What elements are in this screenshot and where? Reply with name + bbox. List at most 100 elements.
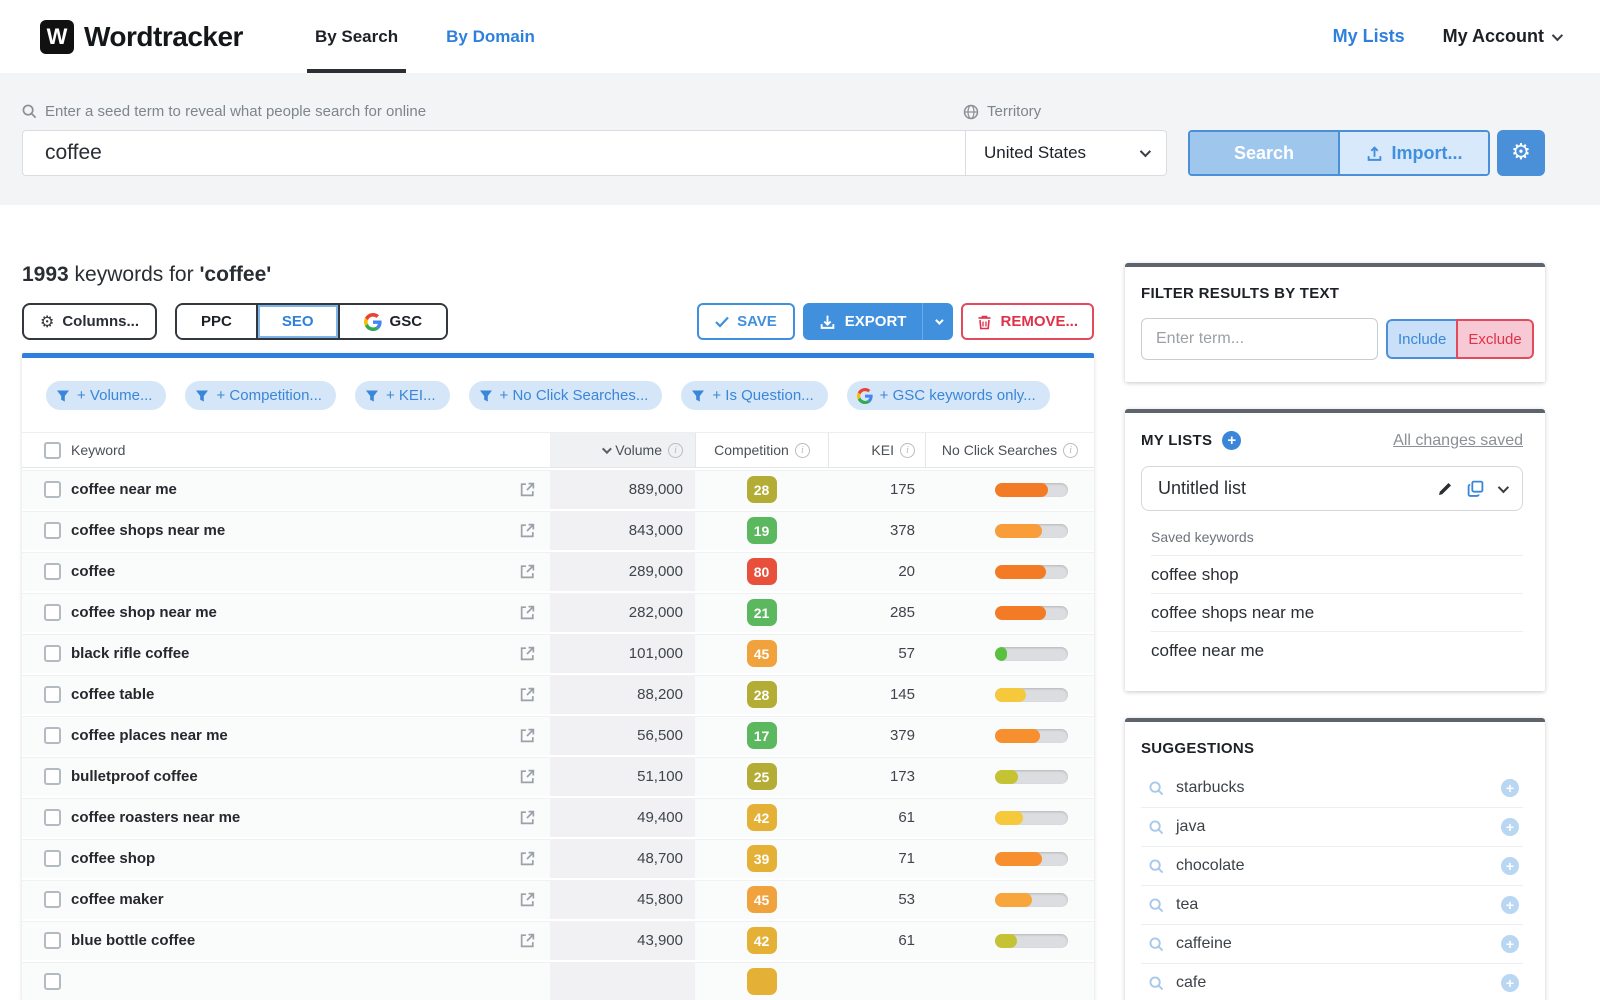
keyword-text[interactable]: coffee places near me — [71, 727, 228, 744]
settings-button[interactable]: ⚙ — [1497, 130, 1545, 176]
current-list-box[interactable]: Untitled list — [1141, 466, 1523, 511]
info-icon[interactable]: i — [900, 442, 915, 458]
row-checkbox[interactable] — [44, 686, 61, 703]
keyword-text[interactable]: black rifle coffee — [71, 645, 189, 662]
external-link-icon[interactable] — [519, 645, 536, 662]
keyword-text[interactable]: coffee — [71, 563, 115, 580]
table-row: coffee shop 48,700 39 71 — [22, 837, 1094, 878]
tab-by-domain[interactable]: By Domain — [422, 0, 559, 73]
include-button[interactable]: Include — [1386, 319, 1457, 359]
exclude-button[interactable]: Exclude — [1456, 319, 1534, 359]
filter-chip[interactable]: + Competition... — [185, 381, 336, 410]
wordtracker-logo[interactable]: W Wordtracker — [40, 19, 243, 54]
col-kei[interactable]: KEI i — [828, 433, 925, 467]
keyword-text[interactable]: coffee shop near me — [71, 604, 217, 621]
save-button[interactable]: SAVE — [697, 303, 795, 340]
col-no-click-searches[interactable]: No Click Searches i — [925, 433, 1094, 467]
row-checkbox[interactable] — [44, 727, 61, 744]
row-checkbox[interactable] — [44, 932, 61, 949]
keyword-text[interactable]: coffee roasters near me — [71, 809, 240, 826]
chevron-down-icon[interactable] — [1497, 481, 1510, 493]
tab-by-search[interactable]: By Search — [291, 0, 422, 73]
saved-keyword-item[interactable]: coffee near me — [1151, 631, 1523, 669]
external-link-icon[interactable] — [519, 727, 536, 744]
external-link-icon[interactable] — [519, 891, 536, 908]
col-volume[interactable]: Volume i — [550, 433, 695, 467]
add-suggestion-button[interactable]: + — [1501, 896, 1519, 914]
results-table-card: + Volume... + Competition... + KEI... + No … — [22, 353, 1094, 1000]
add-suggestion-button[interactable]: + — [1501, 779, 1519, 797]
keyword-text[interactable]: coffee near me — [71, 481, 177, 498]
search-button[interactable]: Search — [1190, 132, 1338, 174]
saved-keywords-label: Saved keywords — [1151, 529, 1254, 545]
suggestion-item[interactable]: caffeine + — [1141, 925, 1523, 964]
external-link-icon[interactable] — [519, 809, 536, 826]
keyword-text[interactable]: blue bottle coffee — [71, 932, 195, 949]
filter-chip[interactable]: + Is Question... — [681, 381, 828, 410]
row-checkbox[interactable] — [44, 604, 61, 621]
external-link-icon[interactable] — [519, 768, 536, 785]
add-list-button[interactable]: + — [1222, 431, 1242, 450]
external-link-icon[interactable] — [519, 686, 536, 703]
filter-term-input[interactable] — [1141, 318, 1378, 360]
saved-keyword-item[interactable]: coffee shops near me — [1151, 593, 1523, 631]
suggestion-item[interactable]: starbucks + — [1141, 769, 1523, 808]
row-checkbox[interactable] — [44, 522, 61, 539]
add-suggestion-button[interactable]: + — [1501, 935, 1519, 953]
row-checkbox[interactable] — [44, 973, 61, 990]
all-changes-saved-link[interactable]: All changes saved — [1393, 432, 1523, 450]
col-competition[interactable]: Competition i — [695, 433, 828, 467]
row-checkbox[interactable] — [44, 809, 61, 826]
export-dropdown[interactable] — [922, 303, 953, 340]
keyword-text[interactable]: coffee maker — [71, 891, 164, 908]
filter-chip[interactable]: + GSC keywords only... — [846, 381, 1050, 410]
external-link-icon[interactable] — [519, 850, 536, 867]
row-checkbox[interactable] — [44, 768, 61, 785]
keyword-text[interactable]: coffee table — [71, 686, 154, 703]
external-link-icon[interactable] — [519, 932, 536, 949]
my-account-menu[interactable]: My Account — [1443, 26, 1564, 47]
filter-chip[interactable]: + KEI... — [354, 381, 450, 410]
info-icon[interactable]: i — [1063, 442, 1079, 458]
suggestion-item[interactable]: java + — [1141, 808, 1523, 847]
external-link-icon[interactable] — [519, 481, 536, 498]
filter-chip[interactable]: + Volume... — [46, 381, 167, 410]
add-suggestion-button[interactable]: + — [1501, 857, 1519, 875]
add-suggestion-button[interactable]: + — [1501, 818, 1519, 836]
info-icon[interactable]: i — [794, 442, 810, 458]
remove-button[interactable]: REMOVE... — [961, 303, 1094, 340]
keyword-text[interactable]: coffee shops near me — [71, 522, 225, 539]
row-checkbox[interactable] — [44, 645, 61, 662]
seed-term-input[interactable] — [22, 130, 965, 176]
external-link-icon[interactable] — [519, 522, 536, 539]
mode-ppc[interactable]: PPC — [177, 305, 256, 338]
external-link-icon[interactable] — [519, 563, 536, 580]
keyword-text[interactable]: coffee shop — [71, 850, 155, 867]
filter-chip[interactable]: + No Click Searches... — [468, 381, 663, 410]
select-all-checkbox[interactable] — [44, 441, 61, 459]
edit-pencil-icon[interactable] — [1437, 481, 1453, 497]
territory-select[interactable]: United States — [965, 130, 1167, 176]
columns-button[interactable]: ⚙ Columns... — [22, 303, 158, 340]
row-checkbox[interactable] — [44, 891, 61, 908]
suggestion-item[interactable]: chocolate + — [1141, 847, 1523, 886]
suggestion-item[interactable]: tea + — [1141, 886, 1523, 925]
row-checkbox[interactable] — [44, 481, 61, 498]
mode-seo[interactable]: SEO — [255, 305, 338, 338]
chevron-down-icon — [1139, 145, 1152, 158]
add-suggestion-button[interactable]: + — [1501, 974, 1519, 992]
info-icon[interactable]: i — [668, 442, 683, 458]
col-keyword-label[interactable]: Keyword — [71, 442, 125, 458]
suggestion-item[interactable]: cafe + — [1141, 964, 1523, 1000]
copy-icon[interactable] — [1467, 480, 1484, 497]
mode-gsc[interactable]: GSC — [337, 305, 447, 338]
brand-name: Wordtracker — [84, 20, 243, 52]
my-lists-link[interactable]: My Lists — [1333, 26, 1405, 47]
saved-keyword-item[interactable]: coffee shop — [1151, 555, 1523, 593]
row-checkbox[interactable] — [44, 850, 61, 867]
keyword-text[interactable]: bulletproof coffee — [71, 768, 198, 785]
row-checkbox[interactable] — [44, 563, 61, 580]
import-button[interactable]: Import... — [1338, 132, 1488, 174]
external-link-icon[interactable] — [519, 604, 536, 621]
export-button[interactable]: EXPORT — [802, 303, 954, 340]
